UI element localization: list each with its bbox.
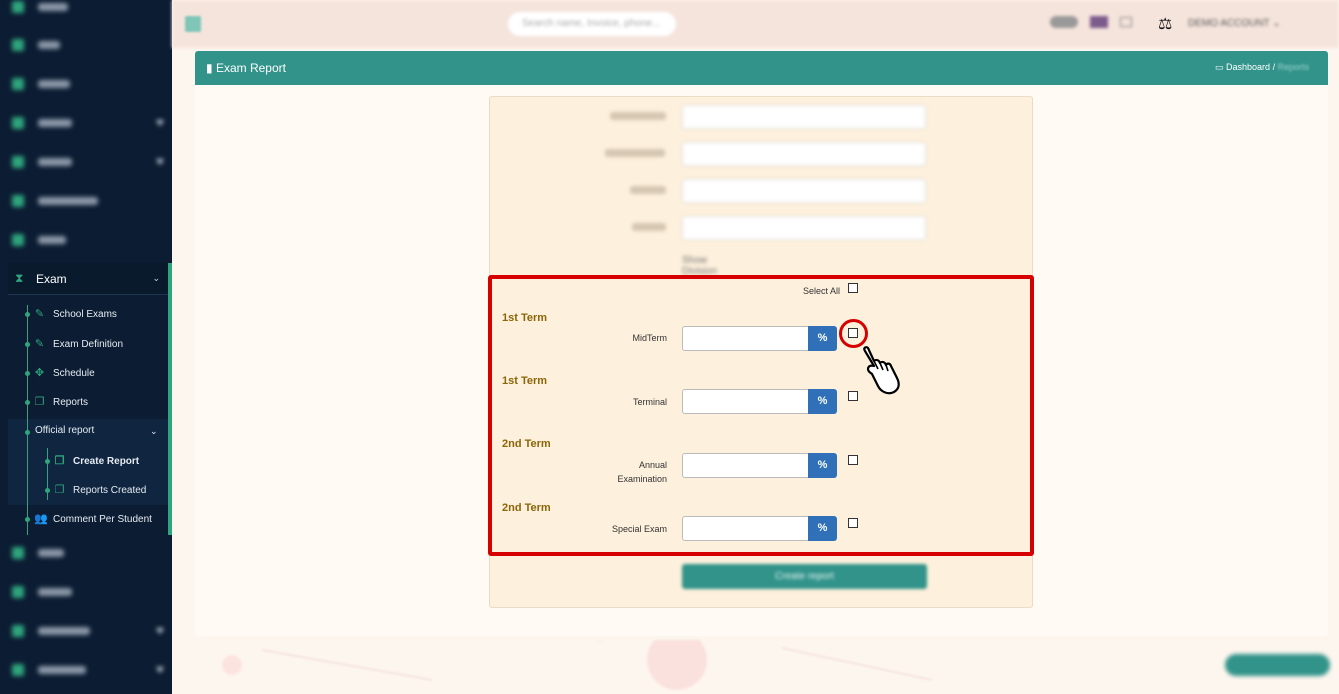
midterm-percent-input[interactable] — [682, 326, 809, 351]
sidebar-subitem-label: Exam Definition — [53, 338, 124, 350]
sidebar-item[interactable] — [12, 582, 72, 602]
filter-select[interactable] — [682, 105, 926, 129]
exam-label: Annual Examination — [577, 458, 667, 486]
sidebar-item[interactable] — [12, 152, 164, 172]
select-all-checkbox[interactable] — [848, 283, 858, 293]
sidebar-item[interactable] — [12, 621, 164, 641]
sidebar-subitem-label: Create Report — [73, 455, 140, 467]
breadcrumb-current: Reports — [1277, 62, 1310, 72]
exam-label: MidTerm — [632, 333, 667, 343]
terminal-checkbox[interactable] — [848, 391, 858, 401]
book-icon: ▮ — [206, 61, 213, 75]
sidebar-item[interactable] — [12, 35, 60, 55]
page-title: ▮ Exam Report — [206, 61, 286, 75]
term-label: 2nd Term — [502, 438, 551, 450]
pencil-icon: ✎ — [34, 307, 45, 320]
sidebar-subitem-comment-per-student[interactable]: 👥 Comment Per Student — [25, 510, 152, 528]
sidebar-subitem-school-exams[interactable]: ✎ School Exams — [25, 305, 117, 323]
pencil-icon: ✎ — [34, 337, 45, 350]
topbar-actions — [1050, 16, 1132, 28]
flag-icon[interactable] — [1090, 16, 1108, 28]
account-menu[interactable]: DEMO ACCOUNT ⌄ — [1188, 18, 1281, 29]
sidebar-subitem-reports[interactable]: ❐ Reports — [25, 393, 88, 411]
create-report-button[interactable]: Create report — [682, 564, 927, 589]
sidebar-item[interactable] — [12, 543, 64, 563]
filter-select[interactable] — [682, 142, 926, 166]
sidebar-item[interactable] — [12, 660, 164, 680]
sidebar-subitem-exam-definition[interactable]: ✎ Exam Definition — [25, 335, 123, 353]
percent-addon: % — [808, 389, 837, 414]
floating-action-button[interactable] — [1225, 654, 1330, 676]
copy-icon: ❐ — [34, 395, 45, 408]
mail-icon[interactable] — [1120, 17, 1132, 27]
sidebar-subitem-label: Reports — [53, 396, 89, 408]
search-input[interactable]: Search name, Invoice, phone... — [508, 12, 676, 36]
term-label: 2nd Term — [502, 502, 551, 514]
exam-label-line: Annual — [638, 460, 667, 470]
hand-pointer-icon — [863, 346, 900, 395]
hourglass-icon: ⧗ — [15, 271, 24, 285]
sidebar-subitem-label: Comment Per Student — [53, 513, 152, 525]
menu-toggle-button[interactable] — [185, 16, 201, 32]
tree-dot — [25, 430, 30, 435]
percent-addon: % — [808, 326, 837, 351]
sidebar-item[interactable] — [12, 191, 98, 211]
annual-examination-checkbox[interactable] — [848, 455, 858, 465]
account-name: DEMO ACCOUNT — [1188, 18, 1270, 29]
sidebar-item[interactable] — [12, 113, 164, 133]
sidebar-item[interactable] — [12, 230, 66, 250]
background-decoration — [222, 640, 933, 690]
sidebar-subitem-label: Official report — [35, 425, 95, 436]
sidebar-subitem-label: Reports Created — [73, 484, 147, 496]
copy-icon: ❐ — [54, 483, 65, 496]
term-label: 1st Term — [502, 312, 548, 324]
panel-header — [195, 51, 1328, 85]
percent-addon: % — [808, 453, 837, 478]
logo-icon: ⚖ — [1158, 16, 1173, 33]
copy-icon: ❐ — [54, 454, 65, 467]
sidebar-subitem-create-report[interactable]: ❐ Create Report — [45, 452, 139, 470]
annual-examination-percent-input[interactable] — [682, 453, 809, 478]
sidebar-item[interactable] — [12, 74, 70, 94]
exam-label-line: Examination — [617, 474, 667, 484]
submit-label: Create report — [775, 571, 834, 582]
toggle-icon[interactable] — [1050, 16, 1078, 28]
exam-label: Terminal — [632, 397, 667, 407]
chevron-down-icon: ⌄ — [152, 273, 160, 283]
breadcrumb-home[interactable]: Dashboard — [1226, 62, 1270, 72]
term-label: 1st Term — [502, 375, 548, 387]
breadcrumb-separator: / — [1272, 62, 1276, 72]
users-icon: 👥 — [34, 512, 48, 525]
sidebar-subitem-reports-created[interactable]: ❐ Reports Created — [45, 481, 146, 499]
sidebar-subitem-schedule[interactable]: ✥ Schedule — [25, 364, 95, 382]
show-division-label[interactable]: Show Division — [682, 255, 717, 277]
sidebar-item[interactable] — [12, 0, 68, 17]
chevron-down-icon[interactable]: ⌄ — [150, 426, 158, 437]
laptop-icon: ▭ — [1215, 62, 1224, 72]
highlight-box — [488, 275, 1034, 556]
terminal-percent-input[interactable] — [682, 389, 809, 414]
sidebar-subitem-label: School Exams — [53, 308, 117, 320]
filter-select[interactable] — [682, 179, 926, 203]
filter-select[interactable] — [682, 216, 926, 240]
puzzle-icon: ✥ — [34, 366, 45, 379]
sidebar-active-accent — [168, 263, 172, 535]
exam-label: Special Exam — [611, 524, 667, 534]
select-all-label: Select All — [802, 286, 840, 296]
sidebar-item-exam[interactable]: ⧗ Exam ⌄ — [8, 263, 170, 295]
search-placeholder: Search name, Invoice, phone... — [522, 18, 661, 29]
sidebar-subitem-official-report[interactable]: Official report — [35, 425, 94, 436]
percent-addon: % — [808, 516, 837, 541]
special-exam-checkbox[interactable] — [848, 518, 858, 528]
sidebar-item-label: Exam — [36, 271, 67, 286]
page-title-text: Exam Report — [215, 61, 286, 75]
special-exam-percent-input[interactable] — [682, 516, 809, 541]
breadcrumb: ▭ Dashboard / Reports — [1215, 62, 1309, 73]
sidebar-subitem-label: Schedule — [53, 367, 95, 379]
